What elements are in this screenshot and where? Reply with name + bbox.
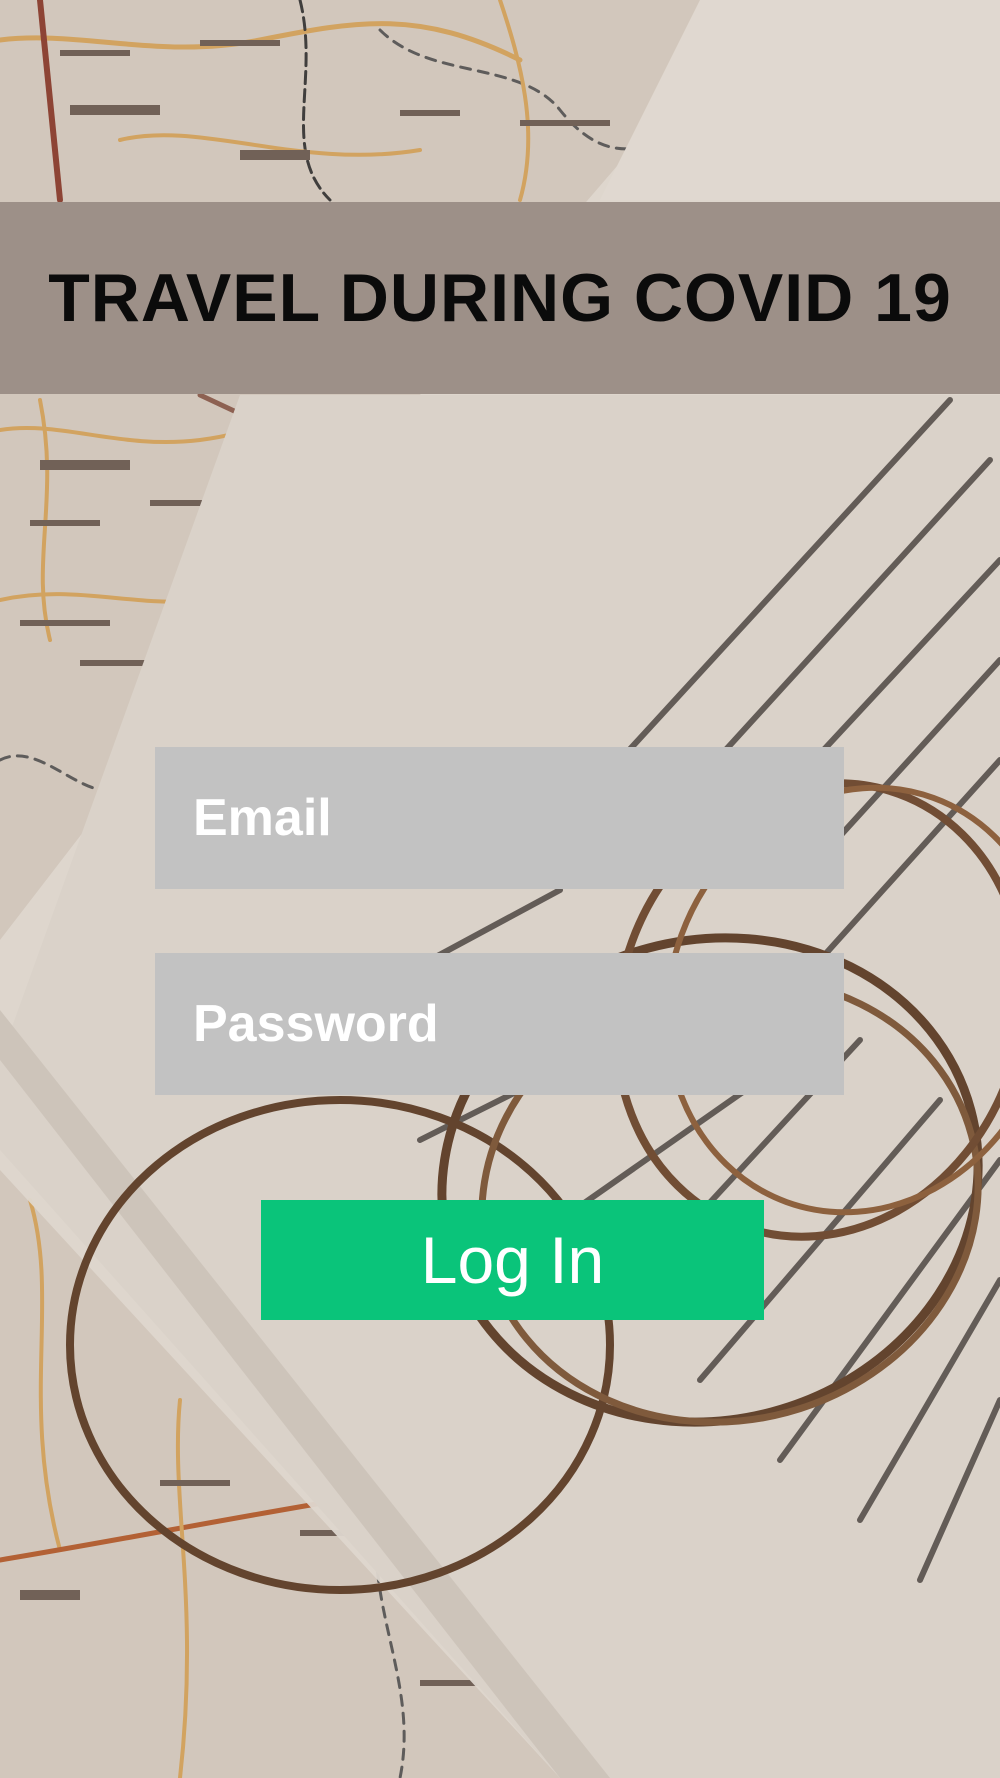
email-input[interactable]: [155, 747, 844, 889]
login-button[interactable]: Log In: [261, 1200, 764, 1320]
login-screen: TRAVEL DURING COVID 19 Log In: [0, 0, 1000, 1778]
password-input[interactable]: [155, 953, 844, 1095]
page-title: TRAVEL DURING COVID 19: [48, 260, 952, 336]
header-bar: TRAVEL DURING COVID 19: [0, 202, 1000, 394]
